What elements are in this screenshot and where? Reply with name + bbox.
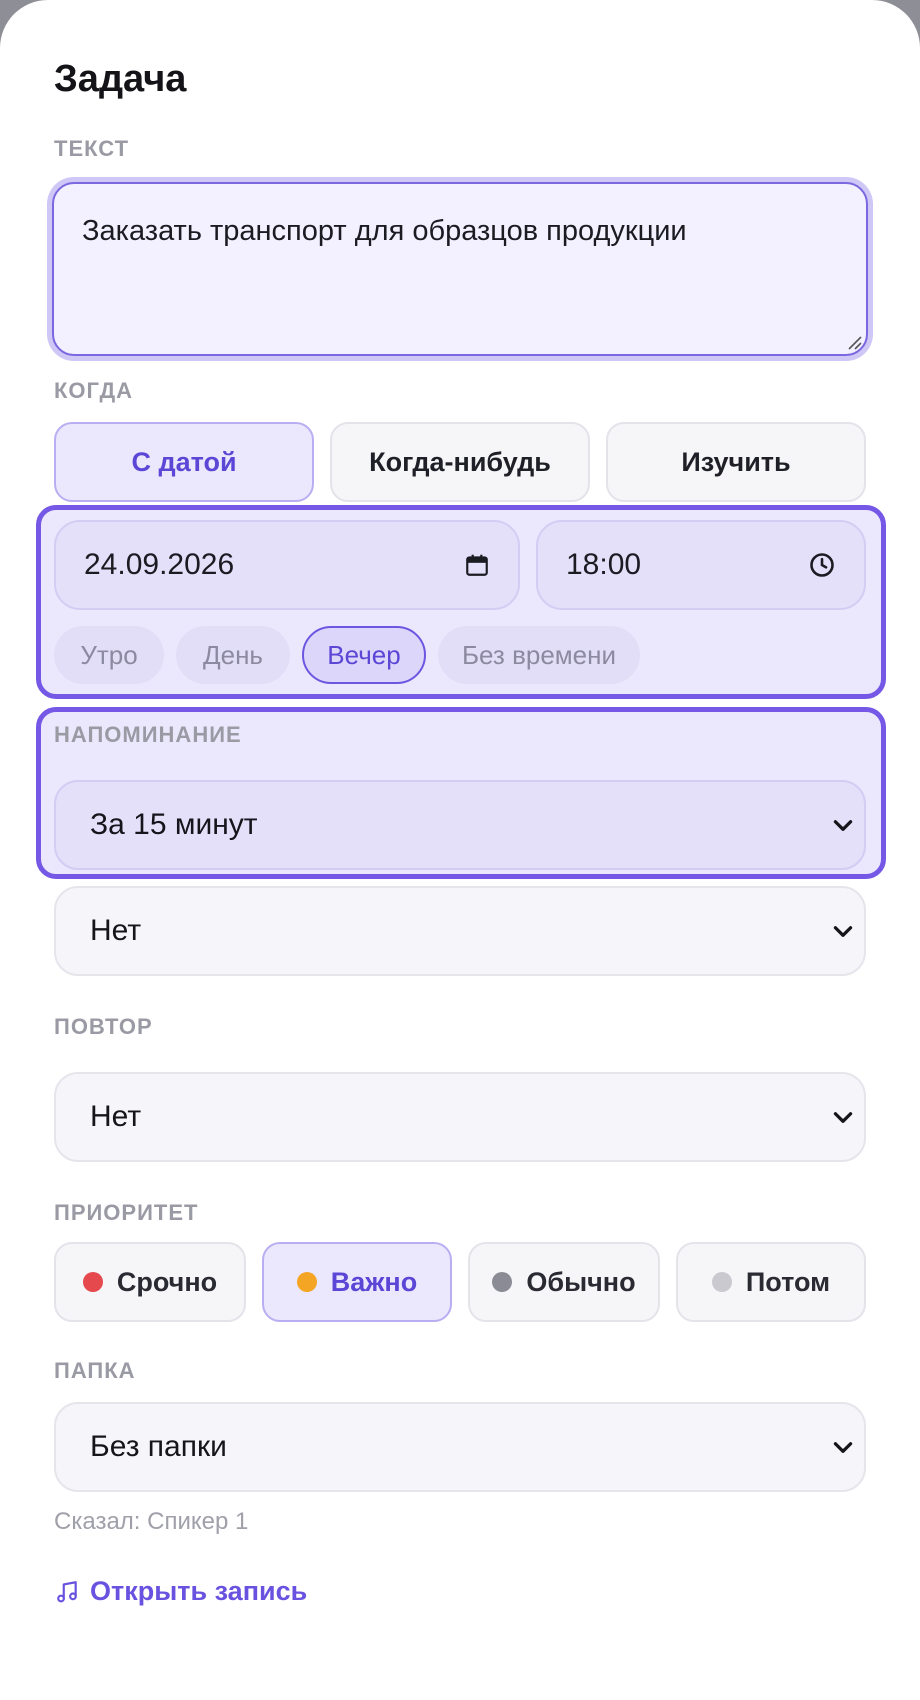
folder-select[interactable]: Без папки	[54, 1402, 866, 1492]
music-note-icon	[57, 1580, 77, 1602]
page-title: Задача	[54, 58, 187, 100]
reminder-secondary-value: Нет	[90, 914, 142, 947]
priority-urgent-button[interactable]: Срочно	[54, 1242, 246, 1322]
chevron-down-icon	[833, 926, 853, 937]
reminder-primary-value: За 15 минут	[90, 808, 258, 841]
priority-important-label: Важно	[330, 1266, 418, 1297]
time-input[interactable]: 18:00	[536, 520, 866, 610]
mode-someday-button[interactable]: Когда-нибудь	[330, 422, 590, 502]
open-record-link[interactable]: Открыть запись	[54, 1576, 307, 1607]
time-chip-no-time[interactable]: Без времени	[438, 626, 640, 684]
task-text-value: Заказать транспорт для образцов продукци…	[82, 215, 687, 247]
task-sheet: Задача ТЕКСТ Заказать транспорт для обра…	[0, 0, 920, 1700]
time-chip-morning[interactable]: Утро	[54, 626, 164, 684]
priority-normal-button[interactable]: Обычно	[468, 1242, 660, 1322]
priority-later-button[interactable]: Потом	[676, 1242, 866, 1322]
date-value: 24.09.2026	[84, 548, 235, 581]
date-input[interactable]: 24.09.2026	[54, 520, 520, 610]
repeat-select[interactable]: Нет	[54, 1072, 866, 1162]
open-record-label: Открыть запись	[90, 1576, 308, 1606]
priority-urgent-label: Срочно	[116, 1266, 218, 1297]
clock-icon[interactable]	[808, 551, 836, 579]
text-section-label: ТЕКСТ	[54, 136, 130, 161]
time-value: 18:00	[566, 548, 642, 581]
chevron-down-icon	[833, 1112, 853, 1123]
priority-dot-important	[296, 1272, 317, 1292]
time-chip-day[interactable]: День	[176, 626, 290, 684]
chevron-down-icon	[833, 820, 853, 831]
time-chip-evening[interactable]: Вечер	[302, 626, 426, 684]
priority-dot-urgent	[82, 1272, 103, 1292]
task-text-input[interactable]: Заказать транспорт для образцов продукци…	[52, 182, 868, 356]
reminder-primary-select[interactable]: За 15 минут	[54, 780, 866, 870]
speaker-info: Сказал: Спикер 1	[54, 1508, 249, 1535]
mode-with-date-button[interactable]: С датой	[54, 422, 314, 502]
priority-section-label: ПРИОРИТЕТ	[54, 1200, 199, 1225]
resize-grip-icon[interactable]	[846, 334, 862, 350]
folder-value: Без папки	[90, 1430, 227, 1463]
priority-dot-normal	[492, 1272, 513, 1292]
reminder-section-label: НАПОМИНАНИЕ	[54, 722, 242, 747]
priority-later-label: Потом	[745, 1266, 831, 1297]
priority-important-button[interactable]: Важно	[262, 1242, 452, 1322]
priority-normal-label: Обычно	[526, 1266, 636, 1297]
repeat-value: Нет	[90, 1100, 142, 1133]
mode-explore-button[interactable]: Изучить	[606, 422, 866, 502]
reminder-secondary-select[interactable]: Нет	[54, 886, 866, 976]
chevron-down-icon	[833, 1442, 853, 1453]
folder-section-label: ПАПКА	[54, 1358, 136, 1383]
repeat-section-label: ПОВТОР	[54, 1014, 153, 1039]
calendar-icon[interactable]	[464, 552, 490, 578]
when-section-label: КОГДА	[54, 378, 134, 403]
priority-dot-later	[711, 1272, 732, 1292]
